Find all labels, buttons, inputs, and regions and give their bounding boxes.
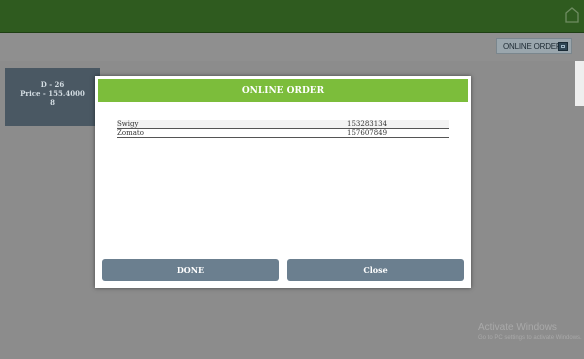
table-card[interactable]: D - 26 Price - 155.4000 8 xyxy=(5,68,100,126)
order-row[interactable]: Swigy 153283134 xyxy=(117,120,449,129)
modal-title: ONLINE ORDER xyxy=(98,79,468,102)
home-icon[interactable] xyxy=(564,6,580,24)
close-button[interactable]: Close xyxy=(287,259,464,281)
order-source: Swigy xyxy=(117,120,139,128)
order-number: 157607849 xyxy=(347,129,388,137)
side-strip xyxy=(575,61,584,106)
online-order-button[interactable]: ONLINE ORDER xyxy=(496,38,572,54)
order-list: Swigy 153283134 Zomato 157607849 xyxy=(117,120,449,138)
table-card-price: Price - 155.4000 xyxy=(20,89,85,98)
table-card-name: D - 26 xyxy=(40,80,65,89)
done-button[interactable]: DONE xyxy=(102,259,279,281)
top-bar xyxy=(0,0,584,33)
watermark-subtitle: Go to PC settings to activate Windows. xyxy=(478,335,582,341)
online-order-modal: ONLINE ORDER Swigy 153283134 Zomato 1576… xyxy=(95,76,471,288)
window-icon xyxy=(558,42,568,51)
watermark-title: Activate Windows xyxy=(478,322,557,333)
table-card-count: 8 xyxy=(50,98,55,107)
activation-watermark: Activate Windows Go to PC settings to ac… xyxy=(478,322,582,343)
order-number: 153283134 xyxy=(347,120,388,128)
order-row[interactable]: Zomato 157607849 xyxy=(117,129,449,138)
online-order-label: ONLINE ORDER xyxy=(503,41,562,51)
order-source: Zomato xyxy=(117,129,144,137)
